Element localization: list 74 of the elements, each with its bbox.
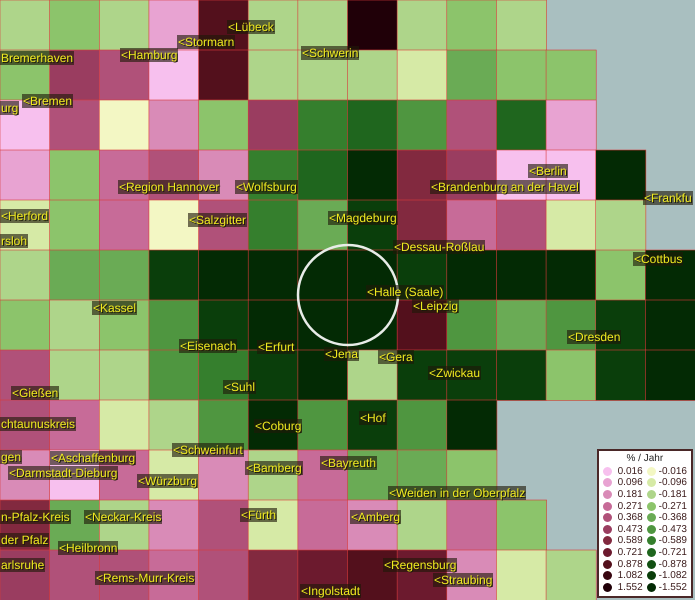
legend-value: -1.552 — [658, 582, 687, 593]
legend-value: 0.878 — [616, 558, 643, 570]
city-label: <Lübeck — [227, 20, 275, 34]
city-label: <Amberg — [350, 510, 402, 524]
legend-value: -0.589 — [658, 535, 687, 546]
city-label: <Wolfsburg — [235, 180, 298, 194]
city-label: <Straubing — [433, 573, 494, 587]
city-label: <Jena — [324, 347, 360, 361]
city-label: <Heilbronn — [58, 541, 118, 555]
city-label: <Aschaffenburg — [50, 451, 136, 465]
legend-value: -0.721 — [658, 546, 687, 558]
legend-value: -0.016 — [658, 466, 687, 477]
city-label: <Schwerin — [301, 46, 360, 60]
city-label: <Fürth — [240, 508, 278, 522]
city-label: <Bamberg — [245, 461, 303, 475]
city-label: <Kassel — [92, 301, 138, 315]
city-label: <Bremen — [22, 94, 74, 108]
city-label: arlsruhe — [0, 558, 46, 572]
city-label: <Erfurt — [257, 340, 296, 354]
city-label: <Würzburg — [137, 474, 198, 488]
city-label: Bremerhaven — [0, 51, 74, 65]
city-label: <Schweinfurt — [172, 443, 244, 457]
legend-value: -0.096 — [658, 477, 687, 488]
legend-value: 0.721 — [616, 546, 643, 558]
city-label: <Salzgitter — [188, 213, 248, 227]
city-label: <Rems-Murr-Kreis — [95, 571, 196, 585]
city-label: <Region Hannover — [118, 180, 220, 194]
city-label: <Gießen — [11, 386, 60, 400]
legend-value: -0.181 — [658, 488, 687, 500]
city-label: <Stormarn — [177, 35, 236, 49]
city-label: gen — [0, 450, 22, 464]
legend-value: -1.082 — [658, 570, 687, 582]
city-label: <Eisenach — [179, 339, 238, 353]
city-label: <Weiden in der Oberpfalz — [388, 486, 526, 500]
city-label: <Halle (Saale) — [366, 285, 444, 299]
legend-value: 0.271 — [616, 500, 643, 512]
city-label: <Hof — [359, 411, 387, 425]
city-label: <Regensburg — [383, 558, 458, 572]
legend-value: 0.368 — [616, 512, 643, 524]
legend-value: 1.082 — [616, 570, 643, 582]
legend-value: 0.473 — [616, 524, 643, 535]
city-label: <Neckar-Kreis — [84, 510, 162, 524]
city-label: <Brandenburg an der Havel — [430, 180, 580, 194]
legend-value: 0.096 — [616, 477, 643, 488]
city-label: <Bayreuth — [320, 456, 378, 470]
legend-value: 1.552 — [616, 582, 643, 593]
city-label: <Ingolstadt — [300, 584, 362, 598]
city-label: urg — [0, 101, 20, 115]
city-label: <Dessau-Roßlau — [393, 240, 486, 254]
city-label: <Dresden — [567, 330, 622, 344]
city-label: <Magdeburg — [328, 211, 398, 225]
city-label: <Zwickau — [428, 366, 482, 380]
city-label: <Leipzig — [412, 299, 460, 313]
legend-value: -0.368 — [658, 512, 687, 524]
city-label: <Berlin — [528, 164, 568, 178]
legend-value: 0.589 — [616, 535, 643, 546]
city-label: n-Pfalz-Kreis — [0, 510, 71, 524]
city-label: <Gera — [378, 350, 414, 364]
legend-title: % / Jahr — [626, 453, 664, 466]
legend-value: 0.016 — [616, 466, 643, 477]
city-label: rsloh — [0, 234, 28, 248]
city-label: <Cottbus — [633, 252, 684, 266]
legend-value: 0.181 — [616, 488, 643, 500]
legend-value: -0.878 — [658, 558, 687, 570]
city-label: <Frankfu — [643, 191, 693, 205]
city-label: der Pfalz — [0, 533, 50, 547]
city-label: <Darmstadt-Dieburg — [8, 466, 118, 480]
city-label: <Suhl — [223, 380, 256, 394]
city-label: <Hamburg — [120, 48, 178, 62]
legend-value: -0.473 — [658, 524, 687, 535]
legend-value: -0.271 — [658, 500, 687, 512]
city-label: chtaunuskreis — [0, 417, 76, 431]
city-label: <Herford — [0, 209, 50, 223]
city-label: <Coburg — [254, 419, 302, 433]
